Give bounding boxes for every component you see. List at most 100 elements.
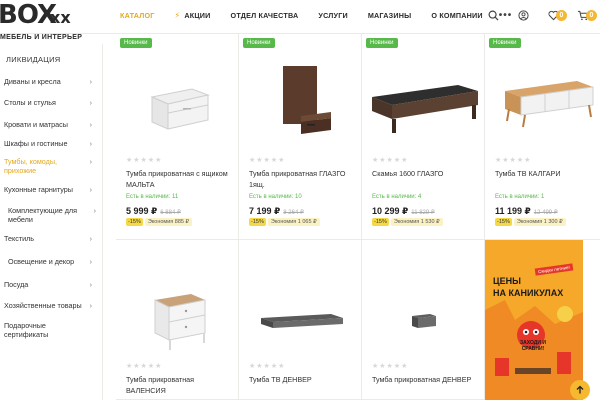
sidebar-item-label: Кухонные гарнитуры [4,185,73,194]
sidebar-item-label: Комплектующие для мебели [8,206,77,224]
product-card[interactable]: ★★★★★ Тумба прикроватная ДЕНВЕР [362,240,485,400]
promo-banner[interactable]: Скидки летние! ЦЕНЫ НА КАНИКУЛАХ ЗАХОДИ … [485,240,583,400]
product-card[interactable]: Новинки ★★★★★ Тумба прикроватная с ящико… [116,34,239,240]
chevron-right-icon: › [89,100,92,107]
price: 5 999 ₽6 884 ₽ [126,206,181,217]
rating-stars: ★★★★★ [495,157,532,164]
chevron-right-icon: › [89,187,92,194]
product-card[interactable]: ★★★★★ Тумба прикроватная ВАЛЕНСИЯ [116,240,239,400]
user-icon[interactable] [516,8,530,22]
sidebar-item-label: Тумбы, комоды, прихожие [4,157,57,175]
stock-status: Есть в наличии: 11 [126,194,179,200]
sidebar-item-label: Подарочные сертификаты [4,321,49,339]
product-image[interactable] [239,270,362,370]
old-price: 12 499 ₽ [533,210,558,216]
discount-badge: -15% [372,218,389,226]
savings-label: Экономия 1 530 ₽ [390,218,443,226]
product-image[interactable] [239,52,362,152]
new-tag: Новинки [120,38,152,48]
discount-info: -15% Экономия 885 ₽ [126,218,192,226]
wishlist-heart-icon[interactable]: 0 [546,8,567,22]
rating-stars: ★★★★★ [372,363,409,370]
product-card[interactable]: Новинки ★★★★★ Скамья 1600 ГЛАЗГО Есть в … [362,34,485,240]
product-name[interactable]: Тумба прикроватная ДЕНВЕР [372,374,478,385]
savings-label: Экономия 1 065 ₽ [267,218,320,226]
sidebar-item-dishes[interactable]: Посуда › [4,280,100,289]
product-name[interactable]: Тумба прикроватная с ящиком МАЛЬТА [126,168,232,190]
sidebar-item-label: Шкафы и гостиные [4,139,68,148]
chevron-right-icon: › [89,259,92,266]
chevron-right-icon: › [89,159,92,166]
discount-badge: -15% [249,218,266,226]
lightning-icon: ⚡ [174,10,181,20]
sidebar-item-tables[interactable]: Столы и стулья › [4,98,100,107]
old-price: 11 829 ₽ [411,210,435,216]
product-card[interactable]: ★★★★★ Тумба ТВ ДЕНВЕР [239,240,362,400]
product-name[interactable]: Тумба ТВ ДЕНВЕР [249,374,355,385]
product-image[interactable] [362,270,485,370]
sidebar-item-textile[interactable]: Текстиль › [4,234,100,243]
banner-title: ЦЕНЫ [493,276,521,286]
new-tag: Новинки [489,38,521,48]
price: 11 199 ₽12 499 ₽ [495,206,558,217]
chevron-right-icon: › [89,303,92,310]
new-tag: Новинки [366,38,398,48]
nav-catalog-label: КАТАЛОГ [120,10,155,20]
product-name[interactable]: Тумба прикроватная ВАЛЕНСИЯ [126,374,232,396]
sidebar-item-sofas[interactable]: Диваны и кресла › [4,77,100,86]
discount-badge: -15% [495,218,512,226]
sidebar-item-beds[interactable]: Кровати и матрасы › [4,120,100,129]
product-name[interactable]: Тумба прикроватная ГЛАЗГО 1ящ. [249,168,355,190]
catalog-sidebar: ЛИКВИДАЦИЯ Диваны и кресла › Столы и стул… [0,44,103,400]
sidebar-item-label: Столы и стулья [4,98,56,107]
discount-info: -15% Экономия 1 065 ₽ [249,218,320,226]
nav-stores[interactable]: МАГАЗИНЫ [368,11,412,20]
chevron-right-icon: › [89,79,92,86]
nav-services[interactable]: УСЛУГИ [318,11,347,20]
logo[interactable]: BOX xx МЕБЕЛЬ И ИНТЕРЬЕР [0,2,100,42]
logo-wordmark: BOX [0,0,57,30]
chevron-right-icon: › [89,236,92,243]
current-price: 5 999 ₽ [126,206,158,216]
nav-catalog[interactable]: КАТАЛОГ [120,11,155,20]
product-image[interactable] [485,52,600,152]
search-icon[interactable] [486,8,500,22]
nav-services-label: УСЛУГИ [318,10,348,20]
sidebar-item-label: Освещение и декор [8,257,75,266]
rating-stars: ★★★★★ [372,157,409,164]
product-name[interactable]: Тумба ТВ КАЛГАРИ [495,168,600,179]
current-price: 7 199 ₽ [249,206,281,216]
sidebar-item-liquidation[interactable]: ЛИКВИДАЦИЯ [6,55,61,64]
new-tag: Новинки [243,38,275,48]
price: 10 299 ₽11 829 ₽ [372,206,435,217]
sidebar-item-lighting[interactable]: Освещение и декор › [8,257,100,266]
product-image[interactable] [362,52,485,152]
scroll-to-top-button[interactable] [570,380,590,400]
cart-icon[interactable]: 0 [576,8,597,22]
sidebar-item-cabinets[interactable]: Тумбы, комоды, прихожие › [4,157,92,175]
chevron-right-icon: › [89,141,92,148]
product-card[interactable]: Новинки ★★★★★ Тумба ТВ КАЛГАРИ Есть в на… [485,34,600,240]
discount-info: -15% Экономия 1 530 ₽ [372,218,443,226]
product-name[interactable]: Скамья 1600 ГЛАЗГО [372,168,478,179]
header: BOX xx МЕБЕЛЬ И ИНТЕРЬЕР КАТАЛОГ ⚡ АКЦИИ … [0,0,600,41]
product-image[interactable] [116,52,239,152]
chevron-right-icon: › [93,208,96,215]
discount-info: -15% Экономия 1 300 ₽ [495,218,566,226]
discount-badge: -15% [126,218,143,226]
product-image[interactable] [116,270,239,370]
sidebar-item-kitchens[interactable]: Кухонные гарнитуры › [4,185,100,194]
sidebar-item-components[interactable]: Комплектующие для мебели › [8,206,96,224]
savings-label: Экономия 1 300 ₽ [513,218,566,226]
nav-promotions[interactable]: ⚡ АКЦИИ [175,11,211,20]
current-price: 10 299 ₽ [372,206,409,216]
stock-status: Есть в наличии: 1 [495,194,545,200]
sidebar-item-label: Кровати и матрасы [4,120,68,129]
sidebar-item-gift-cards[interactable]: Подарочные сертификаты [4,321,74,339]
banner-cta: ЗАХОДИ И СРАВНИ! [520,340,546,352]
nav-quality[interactable]: ОТДЕЛ КАЧЕСТВА [231,11,299,20]
sidebar-item-household[interactable]: Хозяйственные товары › [4,301,100,310]
product-card[interactable]: Новинки ★★★★★ Тумба прикроватная ГЛАЗГО … [239,34,362,240]
chevron-right-icon: › [89,122,92,129]
sidebar-item-wardrobes[interactable]: Шкафы и гостиные › [4,139,100,148]
